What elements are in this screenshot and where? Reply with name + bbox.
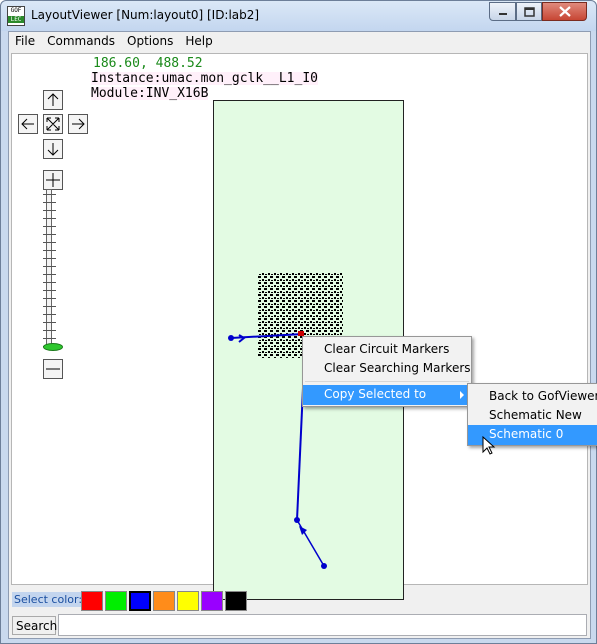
color-swatch[interactable] <box>177 591 199 611</box>
menu-file[interactable]: File <box>9 32 41 52</box>
context-menu: Clear Circuit Markers Clear Searching Ma… <box>302 336 472 407</box>
color-swatch[interactable] <box>105 591 127 611</box>
gof-app-icon[interactable]: GOF LEC <box>7 6 25 26</box>
layout-viewer-window: GOF LEC LayoutViewer [Num:layout0] [ID:l… <box>0 0 597 644</box>
wire-node <box>321 563 327 569</box>
color-swatch[interactable] <box>201 591 223 611</box>
color-swatch[interactable] <box>225 591 247 611</box>
submenu-arrow-icon <box>460 391 464 399</box>
cursor-coordinates: 186.60, 488.52 <box>93 56 203 71</box>
layout-drawing <box>228 272 343 569</box>
search-label: Search: <box>12 616 61 635</box>
app-icon-label: GOF <box>10 7 22 14</box>
module-label: Module:INV_X16B <box>91 86 209 101</box>
instance-label: Instance:umac.mon_gclk__L1_I0 <box>91 71 318 86</box>
back-to-gofviewer-item[interactable]: Back to GofViewer <box>468 387 597 407</box>
menu-options[interactable]: Options <box>121 32 179 52</box>
wire-segment-diagonal <box>296 519 325 567</box>
minimize-icon <box>498 12 507 15</box>
context-menu-separator <box>305 381 469 382</box>
close-icon <box>558 6 571 17</box>
title-bar[interactable]: GOF LEC LayoutViewer [Num:layout0] [ID:l… <box>1 1 596 31</box>
color-selector-bar: Select color: <box>11 588 588 612</box>
color-swatch[interactable] <box>153 591 175 611</box>
maximize-icon <box>523 6 535 17</box>
color-swatch[interactable] <box>129 591 151 611</box>
menu-help[interactable]: Help <box>179 32 218 52</box>
maximize-button[interactable] <box>516 2 542 21</box>
clear-searching-markers-item[interactable]: Clear Searching Markers <box>303 359 471 379</box>
copy-selected-to-item[interactable]: Copy Selected to <box>303 385 471 405</box>
menu-commands[interactable]: Commands <box>41 32 121 52</box>
client-area: File Commands Options Help 186.60, 488.5… <box>8 31 597 639</box>
search-row: Search: <box>11 614 588 636</box>
select-color-label: Select color: <box>12 592 85 607</box>
menu-bar: File Commands Options Help <box>9 32 590 52</box>
mouse-cursor-icon <box>482 436 496 455</box>
app-icon-sublabel: LEC <box>8 16 24 23</box>
layout-canvas[interactable]: 186.60, 488.52 Instance:umac.mon_gclk__L… <box>11 53 597 600</box>
minimize-button[interactable] <box>489 2 516 21</box>
close-button[interactable] <box>542 2 587 21</box>
clear-circuit-markers-item[interactable]: Clear Circuit Markers <box>303 340 471 360</box>
schematic-new-item[interactable]: Schematic New <box>468 406 597 426</box>
window-title: LayoutViewer [Num:layout0] [ID:lab2] <box>31 8 260 22</box>
search-input[interactable] <box>58 614 587 636</box>
color-swatch[interactable] <box>81 591 103 611</box>
wire-node <box>228 335 234 341</box>
copy-selected-to-label: Copy Selected to <box>324 387 427 401</box>
